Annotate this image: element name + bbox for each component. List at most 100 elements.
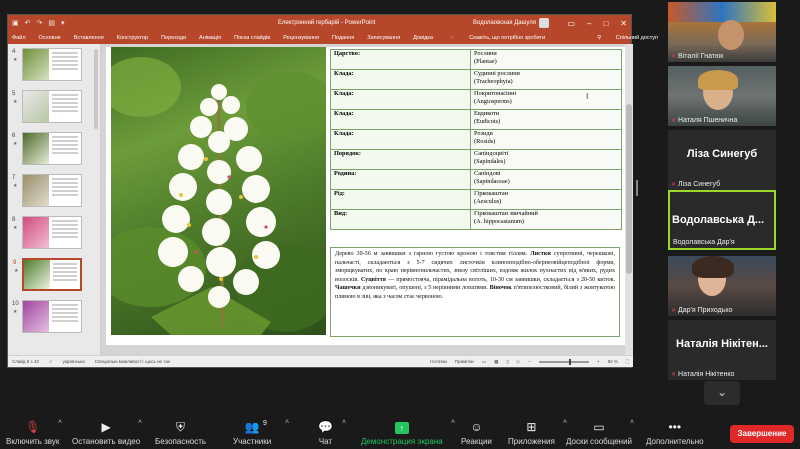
undo-icon[interactable]: ↶ xyxy=(25,19,31,27)
present-icon[interactable]: ▤ xyxy=(48,19,55,27)
taxon-rank: Родина: xyxy=(330,169,471,190)
taxon-latin: (Angiosperms) xyxy=(474,97,512,105)
slide-counter: Слайд 9 з 42 xyxy=(12,359,39,364)
taxon-rank: Рід: xyxy=(330,189,471,210)
chat-button[interactable]: 💬 ˄ Чат xyxy=(318,419,346,446)
slide-thumbnail[interactable]: 4 ★ xyxy=(12,48,82,81)
tab-recording[interactable]: Записування xyxy=(367,35,400,41)
chevron-up-icon[interactable]: ˄ xyxy=(285,419,289,426)
slide-thumbnail[interactable]: 10 ★ xyxy=(12,300,82,333)
end-meeting-button[interactable]: Завершение xyxy=(730,425,794,443)
share-button[interactable]: ⚲ Спільний доступ xyxy=(597,35,671,41)
participant-tile[interactable]: Наталія Нікітен... ✕ Наталія Нікітенко xyxy=(668,320,776,380)
person-icon: ⚲ xyxy=(597,34,602,41)
save-icon[interactable]: ▣ xyxy=(12,19,19,27)
tell-me-box[interactable]: ◌ Скажіть, що потрібно зробити xyxy=(450,35,558,41)
maximize-icon[interactable]: □ xyxy=(603,19,608,28)
participant-tile[interactable]: ✕ Віталії Гнатюк xyxy=(668,2,776,62)
taxon-latin: (Sapindales) xyxy=(474,157,506,165)
taxon-name: Судинні рослини xyxy=(474,70,520,77)
tab-transitions[interactable]: Переходи xyxy=(161,35,186,41)
zoom-out-icon[interactable]: − xyxy=(528,359,531,364)
tab-insert[interactable]: Вставлення xyxy=(74,35,104,41)
thumb-text xyxy=(50,260,80,289)
desc-text: дзвоникуваті, опушені, з 5 нерівними лоп… xyxy=(360,285,490,292)
normal-view-icon[interactable]: ▭ xyxy=(482,359,486,365)
star-icon: ★ xyxy=(13,183,18,189)
more-button[interactable]: ••• Дополнительно xyxy=(646,420,704,446)
apps-button[interactable]: ⊞ ˄ Приложения xyxy=(508,419,567,446)
participant-tile-active[interactable]: Водолавська Д... Водолавська Дар'я xyxy=(668,190,776,250)
taxon-name: Евдикоти xyxy=(474,110,500,117)
tab-file[interactable]: Файл xyxy=(12,35,26,41)
chevron-up-icon[interactable]: ˄ xyxy=(138,419,142,426)
participants-count: 9 xyxy=(263,420,267,427)
slideshow-view-icon[interactable]: ▷ xyxy=(517,359,520,365)
chevron-up-icon[interactable]: ˄ xyxy=(58,419,62,426)
fit-slide-icon[interactable]: ⛶ xyxy=(626,359,629,364)
ppt-user[interactable]: Водолаовская Дашуля xyxy=(473,18,550,28)
spellcheck-icon[interactable]: ✓ xyxy=(49,359,53,365)
slide-thumbnail[interactable]: 7 ★ xyxy=(12,174,82,207)
panel-splitter[interactable] xyxy=(636,180,638,196)
tab-review[interactable]: Рецензування xyxy=(283,35,319,41)
chevron-up-icon[interactable]: ˄ xyxy=(342,419,346,426)
reactions-button[interactable]: ☺ Реакции xyxy=(461,420,492,446)
chevron-up-icon[interactable]: ˄ xyxy=(630,419,634,426)
accessibility-status[interactable]: Спеціальні можливості: щось не так xyxy=(95,359,170,364)
participants-button[interactable]: 👥 9 ˄ Участники xyxy=(233,419,289,446)
slide-thumbnail[interactable]: 8 ★ xyxy=(12,216,82,249)
thumbnail-scrollbar[interactable] xyxy=(94,49,98,129)
slide-thumbnail-selected[interactable]: 9 ★ xyxy=(13,258,82,291)
tab-home[interactable]: Основне xyxy=(39,35,61,41)
share-screen-label: Демонстрация экрана xyxy=(361,437,443,446)
ribbon-options-icon[interactable]: ▭ xyxy=(567,19,575,28)
taxon-name: Покритонасінні xyxy=(474,90,517,97)
participant-name: Водолавська Дар'я xyxy=(673,239,735,246)
table-row: Рід: Гіркокаштан (Aesculus) xyxy=(330,189,622,210)
taxon-latin: (A. hippocastanum) xyxy=(474,217,525,225)
chevron-down-icon: ⌄ xyxy=(716,385,728,399)
participant-display-name: Водолавська Д... xyxy=(672,214,765,226)
reading-view-icon[interactable]: ▯ xyxy=(506,359,508,365)
whiteboards-button[interactable]: ▭ ˄ Доски сообщений xyxy=(566,419,634,446)
taxon-latin: (Aesculus) xyxy=(474,197,502,205)
slide-thumbnail[interactable]: 5 ★ xyxy=(12,90,82,123)
tab-slideshow[interactable]: Показ слайдів xyxy=(234,35,270,41)
participant-video xyxy=(718,20,744,50)
star-icon: ★ xyxy=(13,99,18,105)
comments-button[interactable]: Примітки xyxy=(455,359,474,364)
tab-help[interactable]: Довідка xyxy=(413,35,433,41)
minimize-icon[interactable]: – xyxy=(587,19,591,28)
close-icon[interactable]: ✕ xyxy=(620,19,627,28)
stop-video-button[interactable]: ▶︎ ˄ Остановить видео xyxy=(72,419,142,446)
chevron-up-icon[interactable]: ˄ xyxy=(451,419,455,426)
sorter-view-icon[interactable]: ▦ xyxy=(494,359,498,365)
redo-icon[interactable]: ↷ xyxy=(37,19,43,27)
customize-icon[interactable]: ▾ xyxy=(61,19,65,27)
zoom-slider[interactable] xyxy=(538,358,589,365)
participant-tile[interactable]: ✕ Наталя Пшенична xyxy=(668,66,776,126)
security-button[interactable]: ⛨ Безопасность xyxy=(155,420,206,446)
taxon-value: Покритонасінні (Angiosperms) xyxy=(470,89,622,110)
slide-thumbnail[interactable]: 6 ★ xyxy=(12,132,82,165)
meeting-toolbar: 🎙 ˄ Включить звук ▶︎ ˄ Остановить видео … xyxy=(0,415,800,449)
tab-animations[interactable]: Анімація xyxy=(199,35,221,41)
share-screen-button[interactable]: ↑ ˄ Демонстрация экрана xyxy=(361,419,455,446)
language-indicator[interactable]: українська xyxy=(63,359,85,364)
participant-tile[interactable]: Ліза Синегуб ✕ Ліза Синегуб xyxy=(668,130,776,190)
slide-scrollbar[interactable] xyxy=(625,44,633,357)
zoom-level[interactable]: 82 % xyxy=(608,359,618,364)
name-text: Дар'я Приходько xyxy=(678,307,733,314)
unmute-button[interactable]: 🎙 ˄ Включить звук xyxy=(6,419,62,446)
scroll-participants-down-button[interactable]: ⌄ xyxy=(704,381,740,405)
tab-view[interactable]: Подання xyxy=(332,35,354,41)
ppt-body: 4 ★ 5 ★ 6 ★ 7 ★ 8 ★ 9 ★ 10 ★ Царство: Ро… xyxy=(8,44,633,357)
tab-design[interactable]: Конструктор xyxy=(117,35,148,41)
zoom-meeting-window: ▣ ↶ ↷ ▤ ▾ Електронний гербарій - PowerPo… xyxy=(0,0,800,449)
star-icon: ★ xyxy=(13,309,18,315)
participant-tile[interactable]: ✕ Дар'я Приходько xyxy=(668,256,776,316)
zoom-in-icon[interactable]: + xyxy=(597,359,600,364)
description-textbox[interactable]: Дерево 30-36 м заввишки з гарною густою … xyxy=(330,247,620,337)
notes-button[interactable]: Нотатки xyxy=(430,359,447,364)
